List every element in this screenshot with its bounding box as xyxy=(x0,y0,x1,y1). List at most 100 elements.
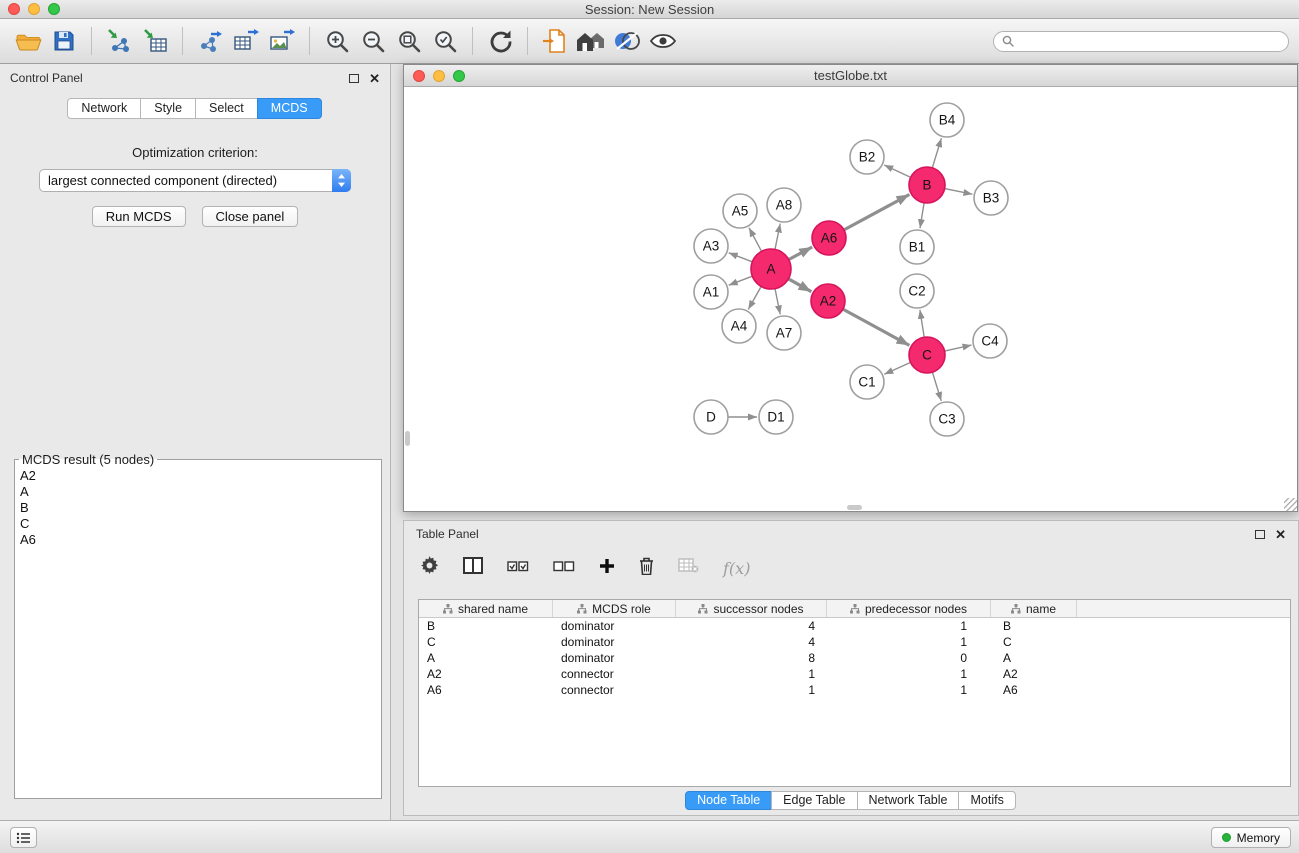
zoom-selected-icon[interactable] xyxy=(427,25,463,57)
table-cell[interactable]: B xyxy=(991,618,1077,634)
table-cell[interactable]: dominator xyxy=(553,618,676,634)
edge-A-A2[interactable] xyxy=(788,279,811,292)
tab-style[interactable]: Style xyxy=(140,98,196,119)
document-icon[interactable] xyxy=(537,25,573,57)
import-network-icon[interactable] xyxy=(101,25,137,57)
result-item[interactable]: A6 xyxy=(20,532,381,548)
table-cell[interactable]: dominator xyxy=(553,634,676,650)
column-header-name[interactable]: name xyxy=(991,600,1077,617)
zoom-network-window-button[interactable] xyxy=(453,70,465,82)
table-cell[interactable]: A xyxy=(419,650,553,666)
table-cell[interactable]: 0 xyxy=(827,650,991,666)
folder-open-icon[interactable] xyxy=(10,25,46,57)
vertical-scrollbar-thumb[interactable] xyxy=(405,431,410,446)
edge-A-A5[interactable] xyxy=(749,228,762,252)
table-row[interactable]: Adominator80A xyxy=(419,650,1290,666)
import-table-icon[interactable] xyxy=(137,25,173,57)
table-cell[interactable]: 1 xyxy=(676,682,827,698)
tab-motifs[interactable]: Motifs xyxy=(958,791,1015,810)
table-cell[interactable]: A2 xyxy=(991,666,1077,682)
refresh-icon[interactable] xyxy=(482,25,518,57)
homes-icon[interactable] xyxy=(573,25,609,57)
close-panel-button[interactable]: Close panel xyxy=(202,206,299,227)
network-canvas[interactable]: B4B2BB3A5A8A6B1A3AA1C2A2A4A7C4C1CC3DD1 xyxy=(404,87,1297,511)
edge-B-B1[interactable] xyxy=(920,203,924,228)
edge-B-B4[interactable] xyxy=(932,138,941,168)
memory-button[interactable]: Memory xyxy=(1211,827,1291,848)
minimize-window-button[interactable] xyxy=(28,3,40,15)
resize-grip-icon[interactable] xyxy=(1284,498,1297,511)
column-header-predecessor-nodes[interactable]: predecessor nodes xyxy=(827,600,991,617)
zoom-in-icon[interactable] xyxy=(319,25,355,57)
table-row[interactable]: A2connector11A2 xyxy=(419,666,1290,682)
column-header-shared-name[interactable]: shared name xyxy=(419,600,553,617)
table-cell[interactable]: 1 xyxy=(827,682,991,698)
table-cell[interactable]: A6 xyxy=(419,682,553,698)
minimize-network-window-button[interactable] xyxy=(433,70,445,82)
edge-A-A4[interactable] xyxy=(748,286,761,309)
edge-B-B2[interactable] xyxy=(884,165,911,177)
tab-node-table[interactable]: Node Table xyxy=(685,791,772,810)
table-cell[interactable]: A2 xyxy=(419,666,553,682)
table-cell[interactable]: 1 xyxy=(827,634,991,650)
close-window-button[interactable] xyxy=(8,3,20,15)
tab-network[interactable]: Network xyxy=(67,98,141,119)
table-cell[interactable]: connector xyxy=(553,682,676,698)
table-cell[interactable]: 4 xyxy=(676,634,827,650)
select-all-icon[interactable] xyxy=(507,559,529,577)
eye-icon[interactable] xyxy=(645,25,681,57)
table-cell[interactable]: 4 xyxy=(676,618,827,634)
edge-C-C1[interactable] xyxy=(884,362,910,374)
export-table-icon[interactable] xyxy=(228,25,264,57)
tab-edge-table[interactable]: Edge Table xyxy=(771,791,857,810)
run-mcds-button[interactable]: Run MCDS xyxy=(92,206,186,227)
unselect-all-icon[interactable] xyxy=(553,559,575,577)
edge-A-A6[interactable] xyxy=(789,247,813,260)
export-network-icon[interactable] xyxy=(192,25,228,57)
trash-icon[interactable] xyxy=(639,557,654,580)
zoom-window-button[interactable] xyxy=(48,3,60,15)
zoom-fit-icon[interactable] xyxy=(391,25,427,57)
result-item[interactable]: A2 xyxy=(20,468,381,484)
edge-A6-B[interactable] xyxy=(844,195,909,230)
edge-A-A8[interactable] xyxy=(775,224,780,250)
float-table-panel-icon[interactable] xyxy=(1255,530,1265,539)
table-cell[interactable]: A6 xyxy=(991,682,1077,698)
float-panel-icon[interactable] xyxy=(349,74,359,83)
tab-select[interactable]: Select xyxy=(195,98,258,119)
table-cell[interactable]: dominator xyxy=(553,650,676,666)
show-panel-button[interactable] xyxy=(10,827,37,848)
result-item[interactable]: A xyxy=(20,484,381,500)
columns-icon[interactable] xyxy=(463,557,483,579)
edge-C-C2[interactable] xyxy=(920,310,924,337)
search-field[interactable] xyxy=(993,31,1289,52)
table-cell[interactable]: C xyxy=(419,634,553,650)
save-icon[interactable] xyxy=(46,25,82,57)
table-row[interactable]: Bdominator41B xyxy=(419,618,1290,634)
table-row[interactable]: Cdominator41C xyxy=(419,634,1290,650)
zoom-out-icon[interactable] xyxy=(355,25,391,57)
table-cell[interactable]: 1 xyxy=(827,666,991,682)
edge-C-C4[interactable] xyxy=(945,345,972,351)
venn-icon[interactable] xyxy=(609,25,645,57)
edge-A-A7[interactable] xyxy=(775,289,780,315)
network-graph[interactable]: B4B2BB3A5A8A6B1A3AA1C2A2A4A7C4C1CC3DD1 xyxy=(404,87,1297,510)
table-cell[interactable]: B xyxy=(419,618,553,634)
horizontal-scrollbar-thumb[interactable] xyxy=(847,505,862,510)
result-item[interactable]: C xyxy=(20,516,381,532)
close-table-panel-icon[interactable]: ✕ xyxy=(1275,528,1286,541)
table-cell[interactable]: 1 xyxy=(676,666,827,682)
add-column-icon[interactable] xyxy=(599,558,615,579)
table-row[interactable]: A6connector11A6 xyxy=(419,682,1290,698)
export-image-icon[interactable] xyxy=(264,25,300,57)
edge-A2-C[interactable] xyxy=(843,309,910,345)
table-cell[interactable]: A xyxy=(991,650,1077,666)
edge-B-B3[interactable] xyxy=(945,189,973,195)
tab-mcds[interactable]: MCDS xyxy=(257,98,322,119)
column-header-mcds-role[interactable]: MCDS role xyxy=(553,600,676,617)
table-cell[interactable]: connector xyxy=(553,666,676,682)
result-item[interactable]: B xyxy=(20,500,381,516)
criterion-dropdown[interactable]: largest connected component (directed) xyxy=(39,169,351,192)
column-header-successor-nodes[interactable]: successor nodes xyxy=(676,600,827,617)
search-input[interactable] xyxy=(1019,34,1280,48)
